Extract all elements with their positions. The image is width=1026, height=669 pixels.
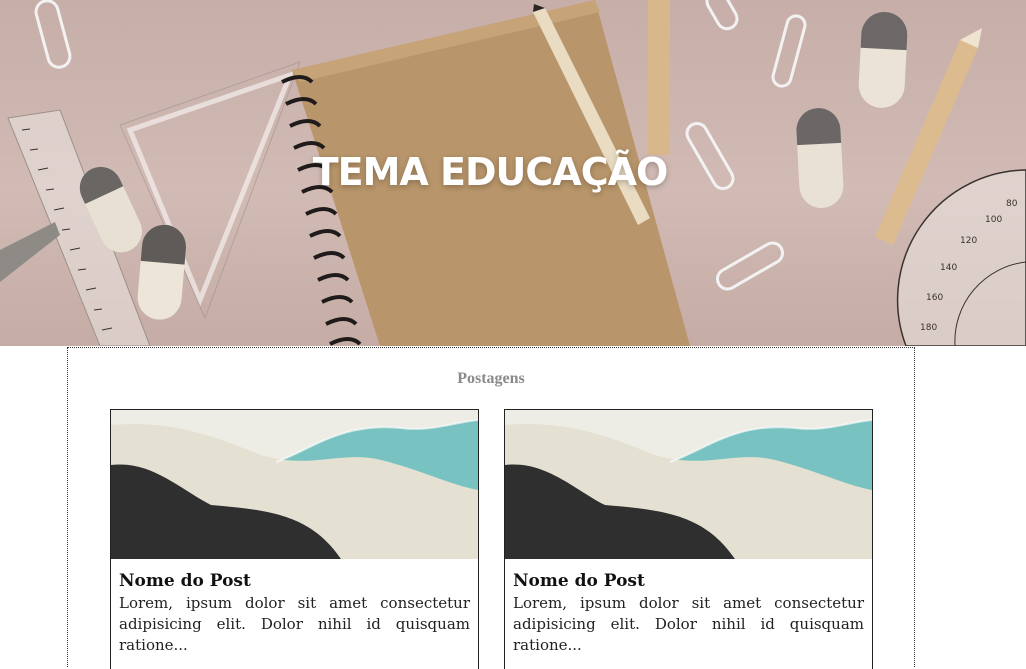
post-thumbnail bbox=[111, 410, 478, 559]
post-title[interactable]: Nome do Post bbox=[513, 571, 864, 591]
svg-text:160: 160 bbox=[926, 293, 943, 303]
svg-text:120: 120 bbox=[960, 236, 977, 246]
post-excerpt: Lorem, ipsum dolor sit amet consectetur … bbox=[513, 594, 864, 654]
post-excerpt: Lorem, ipsum dolor sit amet consectetur … bbox=[119, 594, 470, 654]
post-thumbnail bbox=[505, 410, 872, 559]
svg-text:80: 80 bbox=[1006, 199, 1018, 209]
post-card[interactable]: Nome do Post Lorem, ipsum dolor sit amet… bbox=[110, 409, 479, 669]
post-card[interactable]: Nome do Post Lorem, ipsum dolor sit amet… bbox=[504, 409, 873, 669]
svg-text:140: 140 bbox=[940, 263, 957, 273]
posts-section: Postagens Nome do Post Lorem, ipsum dolo… bbox=[67, 347, 915, 669]
hero-title: TEMA EDUCAÇÃO bbox=[312, 150, 669, 194]
section-title: Postagens bbox=[457, 370, 525, 387]
protractor-decoration: 180 160 140 120 100 80 bbox=[896, 169, 1026, 346]
post-title[interactable]: Nome do Post bbox=[119, 571, 470, 591]
svg-text:180: 180 bbox=[920, 323, 937, 333]
hero-banner: 180 160 140 120 100 80 TEMA EDUCAÇÃO bbox=[0, 0, 1026, 346]
svg-text:100: 100 bbox=[985, 215, 1002, 225]
